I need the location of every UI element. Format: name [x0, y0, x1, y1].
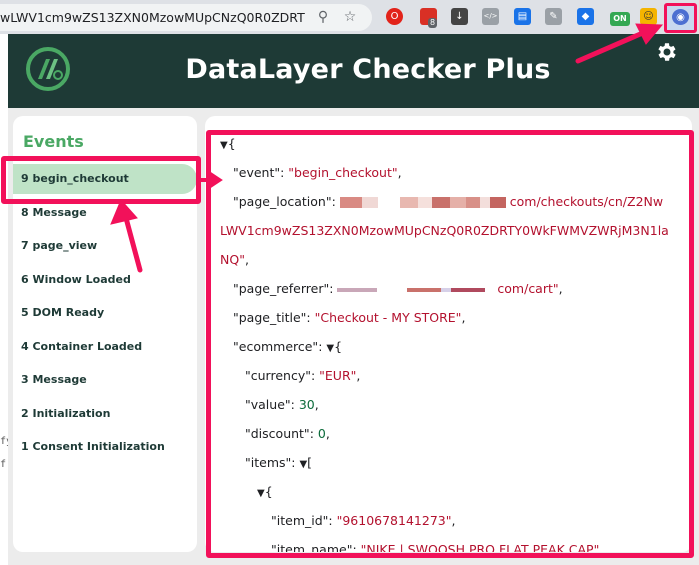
annotation-arrowhead [110, 199, 138, 225]
annotation-arrow-event [123, 215, 143, 273]
annotation-arrow-extension [575, 29, 648, 64]
annotation-arrowhead [209, 171, 223, 189]
annotation-arrows [110, 23, 664, 273]
